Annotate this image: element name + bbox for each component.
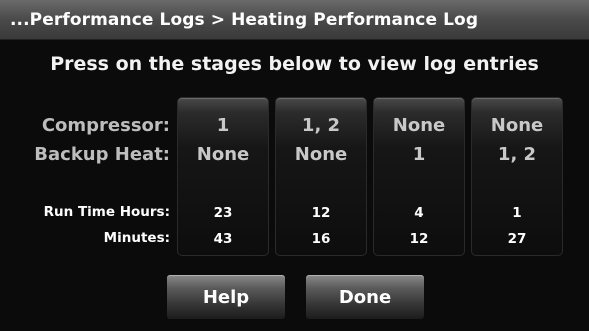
stage-compressor-value: None: [490, 115, 544, 136]
stage-backup-heat-value: None: [196, 144, 250, 165]
stage-minutes-value: 16: [311, 231, 331, 247]
stage-minutes-value: 12: [409, 231, 429, 247]
help-button[interactable]: Help: [167, 275, 285, 319]
stage-minutes-value: 43: [213, 231, 233, 247]
stage-hours-value: 1: [512, 205, 522, 221]
stage-compressor-value: 1, 2: [301, 115, 341, 136]
backup-heat-label: Backup Heat:: [34, 144, 170, 165]
stage-button-2[interactable]: 1, 2 None 12 16: [275, 97, 367, 256]
stage-compressor-value: 1: [216, 115, 230, 136]
minutes-label: Minutes:: [103, 230, 170, 246]
stage-button-4[interactable]: None 1, 2 1 27: [471, 97, 563, 256]
done-button[interactable]: Done: [306, 275, 424, 319]
done-button-label: Done: [338, 286, 392, 308]
stage-minutes-value: 27: [507, 231, 527, 247]
stage-backup-heat-value: None: [294, 144, 348, 165]
stage-hours-value: 23: [213, 205, 233, 221]
run-time-hours-label: Run Time Hours:: [43, 204, 170, 220]
breadcrumb: ...Performance Logs > Heating Performanc…: [0, 0, 589, 40]
stage-hours-value: 4: [414, 205, 424, 221]
stage-backup-heat-value: 1: [412, 144, 426, 165]
stage-hours-value: 12: [311, 205, 331, 221]
log-screen: Press on the stages below to view log en…: [0, 40, 589, 331]
stage-compressor-value: None: [392, 115, 446, 136]
compressor-label: Compressor:: [41, 115, 170, 136]
stage-button-1[interactable]: 1 None 23 43: [177, 97, 269, 256]
help-button-label: Help: [202, 286, 250, 308]
breadcrumb-text: ...Performance Logs > Heating Performanc…: [10, 9, 479, 30]
stage-button-3[interactable]: None 1 4 12: [373, 97, 465, 256]
stage-backup-heat-value: 1, 2: [497, 144, 537, 165]
instruction-text: Press on the stages below to view log en…: [50, 53, 539, 75]
